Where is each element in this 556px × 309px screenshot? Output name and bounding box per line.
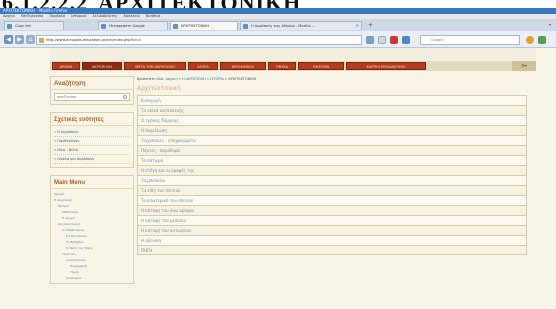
tab-architecture[interactable]: ΑΡΧΙΤΕΚΤΟΝΙΚΗ: [170, 21, 238, 30]
menu-file[interactable]: Αρχείο: [3, 14, 15, 18]
menu-icon[interactable]: [538, 36, 546, 44]
main-menu-module: Main Menu Αρχική Η Ακρόπολη Ιστορία Μυθο…: [50, 175, 134, 284]
related-link-label: Νίκη - Βίλια: [57, 148, 78, 152]
section-link[interactable]: Το πάτωμα: [137, 155, 527, 165]
menu-tools[interactable]: Εργαλεία: [124, 14, 140, 18]
sidebar: Αναζήτηση αναζήτηση Σχετικές ενότητες » …: [50, 76, 134, 309]
bookmark-icon[interactable]: [366, 36, 374, 44]
main-content: Βρίσκεστε εδώ: Αρχική » Η ΑΚΡΟΠΟΛΗ » ΙΣΤ…: [137, 76, 527, 309]
menu-link[interactable]: Σύνδεσμοι: [54, 275, 130, 281]
nav-agora[interactable]: ΑΓΟΡΑ: [188, 62, 218, 70]
breadcrumb: Βρίσκεστε εδώ: Αρχική » Η ΑΚΡΟΠΟΛΗ » ΙΣΤ…: [137, 77, 257, 81]
section-link[interactable]: Η αξονική: [137, 235, 527, 245]
search-input-value: αναζήτηση: [57, 95, 77, 99]
browser-window: ΑΡΧΙΤΕΚΤΟΝΙΚΗ - Mozilla Firefox Αρχείο Ε…: [0, 8, 556, 309]
tab-google-translate[interactable]: Μεταφράστε Google: [98, 21, 168, 30]
breadcrumb-section-link[interactable]: Η ΑΚΡΟΠΟΛΗ: [182, 77, 206, 81]
search-box[interactable]: Google: [420, 35, 520, 45]
tab-favicon-icon: [7, 24, 12, 29]
menu-edit[interactable]: Επεξεργασία: [21, 14, 43, 18]
breadcrumb-current: ΑΡΧΙΤΕΚΤΟΝΙΚΗ: [228, 77, 257, 81]
related-module-title: Σχετικές ενότητες: [51, 113, 133, 126]
section-link[interactable]: Η στέγη και οι οροφές της: [137, 165, 527, 175]
section-link[interactable]: Η κάτοψη του άνω ορόφου: [137, 205, 527, 215]
menu-history[interactable]: Ιστορικό: [71, 14, 86, 18]
tab-favicon-icon: [243, 24, 248, 29]
section-link[interactable]: Η κάτοψη του κατωγείου: [137, 225, 527, 235]
main-menu-list: Αρχική Η Ακρόπολη Ιστορία Μυθολογία Η Αγ…: [51, 189, 133, 283]
section-link[interactable]: Ο τρόπος δόμησης: [137, 115, 527, 125]
site-favicon-icon: [39, 38, 44, 43]
breadcrumb-sub-link[interactable]: ΙΣΤΟΡΙΑ: [210, 77, 224, 81]
url-bar[interactable]: http://www.acropolis-education.gr/ark/in…: [36, 35, 362, 45]
main-menu-title: Main Menu: [51, 176, 133, 189]
tab-list-icon[interactable]: ▾: [549, 21, 551, 29]
tab-label: Η Ακρόπολη των Αθηνών - Mozilla ...: [251, 24, 315, 28]
section-link[interactable]: Τα είδη του σπιτιού: [137, 185, 527, 195]
nav-home[interactable]: ΑΡΧΙΚΗ: [52, 62, 80, 70]
section-link[interactable]: Η θεμελίωση: [137, 125, 527, 135]
menu-bookmarks[interactable]: Σελιδοδείκτες: [93, 14, 118, 18]
related-link[interactable]: » Παρθενώνας: [54, 137, 130, 146]
tab-copy-link[interactable]: Copy link: [4, 21, 64, 30]
nav-education[interactable]: ΚΑΡΠΟΙ ΕΚΠΑΙΔΕΥΣΗΣ: [346, 62, 426, 70]
related-list: » Η Ακρόπολη » Παρθενώνας » Νίκη - Βίλια…: [51, 126, 133, 167]
stop-icon[interactable]: [390, 36, 398, 44]
section-link[interactable]: Τοιχοποιίες - υποχρεώματα: [137, 135, 527, 145]
web-page: ΑΡΧΙΚΗ ΑΚΡΟΠΟΛΗ ΜΕΤΑ ΤΗΝ ΑΚΡΟΠΟΛΗ ΑΓΟΡΑ …: [0, 48, 556, 309]
search-icon[interactable]: [123, 95, 127, 99]
search-module-title: Αναζήτηση: [51, 77, 133, 90]
nav-tools-icon[interactable]: ⚙▾: [512, 61, 536, 71]
site-top-nav: ΑΡΧΙΚΗ ΑΚΡΟΠΟΛΗ ΜΕΤΑ ΤΗΝ ΑΚΡΟΠΟΛΗ ΑΓΟΡΑ …: [50, 61, 536, 71]
section-link[interactable]: Η κάτοψη του μεσαίου: [137, 215, 527, 225]
breadcrumb-home-link[interactable]: Αρχική: [166, 77, 178, 81]
navigation-toolbar: ◀ ▶ ⌂ http://www.acropolis-education.gr/…: [0, 31, 556, 48]
section-link[interactable]: Το εσωτερικό του σπιτιού: [137, 195, 527, 205]
tab-strip: Copy link Μεταφράστε Google ΑΡΧΙΤΕΚΤΟΝΙΚ…: [0, 19, 556, 31]
related-module: Σχετικές ενότητες » Η Ακρόπολη » Παρθενώ…: [50, 112, 134, 168]
related-link-label: Η Ακρόπολη: [57, 130, 79, 134]
related-link[interactable]: » Νίκη - Βίλια: [54, 146, 130, 155]
tab-favicon-icon: [101, 24, 106, 29]
tab-label: ΑΡΧΙΤΕΚΤΟΝΙΚΗ: [181, 24, 210, 28]
menu-view[interactable]: Προβολή: [49, 14, 65, 18]
related-link-label: Ομάδα για Ακρόπολη: [57, 157, 95, 161]
tab-label: Copy link: [15, 24, 32, 28]
related-link[interactable]: » Η Ακρόπολη: [54, 128, 130, 137]
reload-icon[interactable]: [378, 36, 386, 44]
search-module: Αναζήτηση αναζήτηση: [50, 76, 134, 105]
addon-icon[interactable]: [402, 36, 410, 44]
section-link[interactable]: Πόρτες - παράθυρα: [137, 145, 527, 155]
page-title: Αρχιτεκτονική: [137, 85, 181, 92]
back-icon[interactable]: ◀: [4, 35, 13, 44]
tab-favicon-icon: [173, 24, 178, 29]
tab-label: Μεταφράστε Google: [109, 24, 145, 28]
nav-after-acropolis[interactable]: ΜΕΤΑ ΤΗΝ ΑΚΡΟΠΟΛΗ: [124, 62, 186, 70]
new-tab-icon[interactable]: +: [368, 22, 373, 30]
section-link[interactable]: Τα υλικά κατασκευής: [137, 105, 527, 115]
nav-pnyka[interactable]: ΠΝΥΚΑ: [268, 62, 296, 70]
forward-icon[interactable]: ▶: [15, 35, 24, 44]
nav-kerameikos[interactable]: ΚΕΡΑΜΕΙΚΟΣ: [220, 62, 266, 70]
home-icon[interactable]: ⌂: [26, 35, 35, 44]
tab-acropolis[interactable]: Η Ακρόπολη των Αθηνών - Mozilla ... ×: [240, 21, 362, 30]
close-icon[interactable]: ×: [356, 22, 359, 30]
search-input[interactable]: αναζήτηση: [54, 93, 130, 101]
nav-acropolis[interactable]: ΑΚΡΟΠΟΛΗ: [82, 62, 122, 70]
rss-icon[interactable]: [526, 36, 534, 44]
section-link[interactable]: ΠΗΓΗ: [137, 245, 527, 255]
menu-help[interactable]: Βοήθεια: [146, 14, 160, 18]
section-list: Εισαγωγή Τα υλικά κατασκευής Ο τρόπος δό…: [137, 95, 527, 255]
nav-theseion[interactable]: ΘΗΣΕΙΟΝ: [298, 62, 344, 70]
breadcrumb-prefix: Βρίσκεστε εδώ:: [137, 77, 165, 81]
related-link-label: Παρθενώνας: [57, 139, 80, 143]
related-link[interactable]: » Ομάδα για Ακρόπολη: [54, 155, 130, 164]
section-link[interactable]: Το μπαλκόνι: [137, 175, 527, 185]
section-link[interactable]: Εισαγωγή: [137, 95, 527, 105]
url-text: http://www.acropolis-education.gr/ark/in…: [46, 38, 141, 42]
